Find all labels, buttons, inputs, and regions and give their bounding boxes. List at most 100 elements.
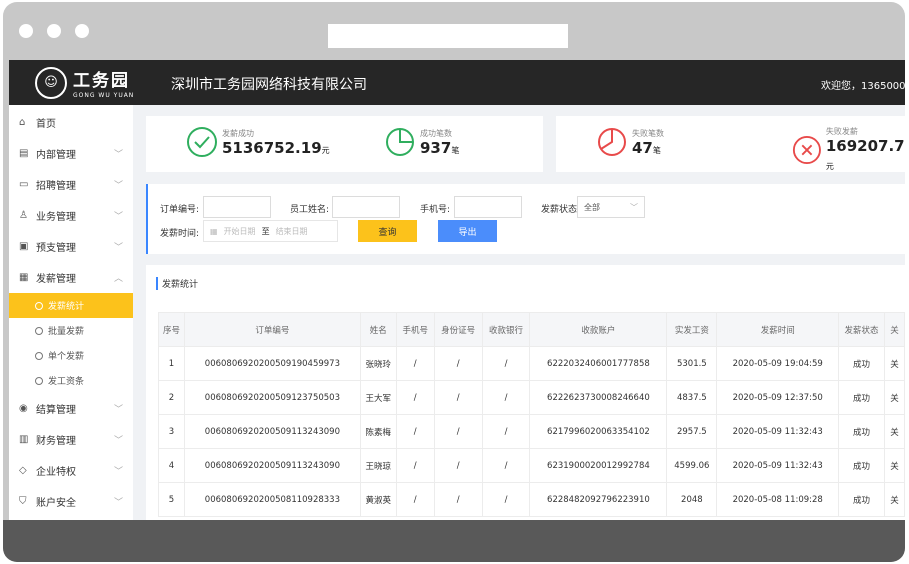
stat-value: 169207.7元	[825, 137, 905, 171]
table-cell: 4599.06	[666, 448, 718, 483]
column-header: 序号	[158, 312, 185, 347]
logo-face-icon: ☺	[35, 66, 67, 99]
column-header: 收款账户	[529, 312, 668, 347]
name-label: 员工姓名:	[290, 205, 330, 215]
window-controls	[19, 24, 89, 38]
salary-icon: ▦	[19, 272, 29, 283]
table-cell: /	[395, 414, 435, 449]
sidebar-subitem-label: 发薪统计	[48, 302, 85, 312]
table-cell: 关	[883, 414, 905, 449]
order-number-input[interactable]	[203, 196, 271, 218]
sidebar-item-advance[interactable]: ▣ 预支管理 ﹀	[9, 231, 133, 262]
table-cell: /	[395, 380, 435, 415]
sidebar-item-home[interactable]: ⌂ 首页	[9, 107, 133, 138]
table-cell: 1	[158, 346, 185, 381]
sidebar-subitem-salary-stats[interactable]: 发薪统计	[9, 293, 133, 318]
table-cell: 0060806920200508110928333	[183, 482, 361, 517]
sidebar-subitem-batch-pay[interactable]: 批量发薪	[9, 318, 133, 343]
sidebar-item-label: 业务管理	[36, 212, 76, 223]
table-cell: /	[481, 346, 531, 381]
table-cell: 006080692020050919045997​3	[183, 346, 361, 381]
column-header: 实发工资	[666, 312, 718, 347]
table-cell: 成功	[838, 380, 885, 415]
sidebar-item-finance[interactable]: ▥ 财务管理 ﹀	[9, 424, 133, 455]
sidebar-item-security[interactable]: ⛉ 账户安全 ﹀	[9, 486, 133, 517]
range-separator: 至	[261, 226, 270, 236]
table-cell: 2020-05-08 11:09:28	[716, 482, 840, 517]
table-cell: /	[481, 448, 531, 483]
column-header: 发薪状态	[838, 312, 885, 347]
welcome-user[interactable]: 欢迎您，136500000	[821, 77, 905, 92]
sidebar-item-label: 预支管理	[36, 243, 76, 254]
advance-icon: ▣	[19, 241, 29, 252]
table-cell: 2020-05-09 12:37:50	[716, 380, 840, 415]
sidebar-item-settlement[interactable]: ◉ 结算管理 ﹀	[9, 393, 133, 424]
sidebar: ⌂ 首页 ▤ 内部管理 ﹀ ▭ 招聘管理 ﹀ ♙ 业务管理 ﹀ ▣ 预支管理 ﹀	[9, 105, 133, 520]
table-cell: /	[433, 448, 483, 483]
sidebar-item-salary[interactable]: ▦ 发薪管理 ︿	[9, 262, 133, 293]
table-row: 2 0060806920200509123750503 王大军 / //62226237…	[158, 380, 905, 415]
internal-icon: ▤	[19, 148, 29, 159]
sidebar-subitem-single-pay[interactable]: 单个发薪	[9, 343, 133, 368]
order-label: 订单编号:	[160, 205, 200, 215]
logo: ☺ 工务园 GONG WU YUAN	[35, 66, 134, 99]
calendar-icon: ▦	[210, 226, 218, 236]
phone-label: 手机号:	[420, 205, 451, 215]
table-cell: /	[433, 482, 483, 517]
window-dot-maximize[interactable]	[75, 24, 89, 38]
status-select[interactable]: 全部 ﹀	[577, 196, 645, 218]
salary-table: 序号 订单编号 姓名 手机号 身份证号 收款银行 收款账户 实发工资 发薪时间 …	[158, 312, 905, 517]
table-cell: 2957.5	[666, 414, 718, 449]
check-circle-icon	[187, 127, 217, 157]
table-cell: 关	[883, 482, 905, 517]
radio-icon	[35, 376, 43, 385]
table-row: 1 006080692020050919045997​3 张晓玲 / //6222032…	[158, 346, 905, 381]
table-cell: 6228482092796223910	[529, 482, 668, 517]
table-cell: 关	[883, 346, 905, 381]
x-circle-icon	[792, 135, 821, 164]
app-screen: ☺ 工务园 GONG WU YUAN 深圳市工务园网络科技有限公司 欢迎您，13…	[9, 60, 905, 520]
sidebar-item-internal[interactable]: ▤ 内部管理 ﹀	[9, 138, 133, 169]
chevron-down-icon: ﹀	[113, 405, 123, 415]
stat-value: 47笔	[632, 138, 661, 157]
table-cell: /	[433, 346, 483, 381]
stat-fail-amount: 失败发薪 169207.7元	[792, 126, 905, 173]
window-dot-close[interactable]	[19, 24, 33, 38]
sidebar-item-label: 首页	[36, 119, 56, 130]
stats-card-failure: 失败笔数 47笔 失败发薪 169207.7元	[556, 116, 905, 172]
table-cell: 张晓玲	[359, 346, 397, 381]
phone-input[interactable]	[454, 196, 522, 218]
table-cell: /	[481, 482, 531, 517]
date-range-picker[interactable]: ▦ 开始日期 至 结束日期	[203, 220, 338, 242]
table-cell: /	[395, 448, 435, 483]
chevron-down-icon: ﹀	[113, 436, 123, 446]
export-button[interactable]: 导出	[438, 220, 497, 242]
sidebar-item-business[interactable]: ♙ 业务管理 ﹀	[9, 200, 133, 231]
sidebar-item-privilege[interactable]: ◇ 企业特权 ﹀	[9, 455, 133, 486]
home-icon: ⌂	[19, 117, 26, 128]
column-header: 收款银行	[481, 312, 531, 347]
status-select-value: 全部	[584, 202, 600, 212]
table-cell: 6222032406001777858	[529, 346, 668, 381]
stat-fail-count: 失败笔数 47笔	[596, 126, 664, 158]
table-cell: 陈素梅	[359, 414, 397, 449]
window-dot-minimize[interactable]	[47, 24, 61, 38]
table-row: 4 0060806920200509113243090 王晓琼 / //62319000…	[158, 448, 905, 483]
query-button[interactable]: 查询	[358, 220, 417, 242]
column-header: 身份证号	[433, 312, 483, 347]
status-label: 发薪状态:	[541, 205, 581, 215]
radio-icon	[35, 351, 43, 360]
company-name: 深圳市工务园网络科技有限公司	[171, 77, 367, 93]
chevron-down-icon: ﹀	[113, 498, 123, 508]
table-cell: 0060806920200509113243090	[183, 414, 361, 449]
address-bar[interactable]	[328, 24, 568, 48]
sidebar-item-recruit[interactable]: ▭ 招聘管理 ﹀	[9, 169, 133, 200]
chevron-down-icon: ﹀	[113, 150, 123, 160]
settle-icon: ◉	[19, 403, 28, 414]
table-cell: 王晓琼	[359, 448, 397, 483]
stat-label: 发薪成功	[222, 128, 254, 138]
briefcase-icon: ▭	[19, 179, 29, 190]
employee-name-input[interactable]	[332, 196, 400, 218]
sidebar-subitem-payslip[interactable]: 发工资条	[9, 368, 133, 393]
table-cell: 5301.5	[666, 346, 718, 381]
